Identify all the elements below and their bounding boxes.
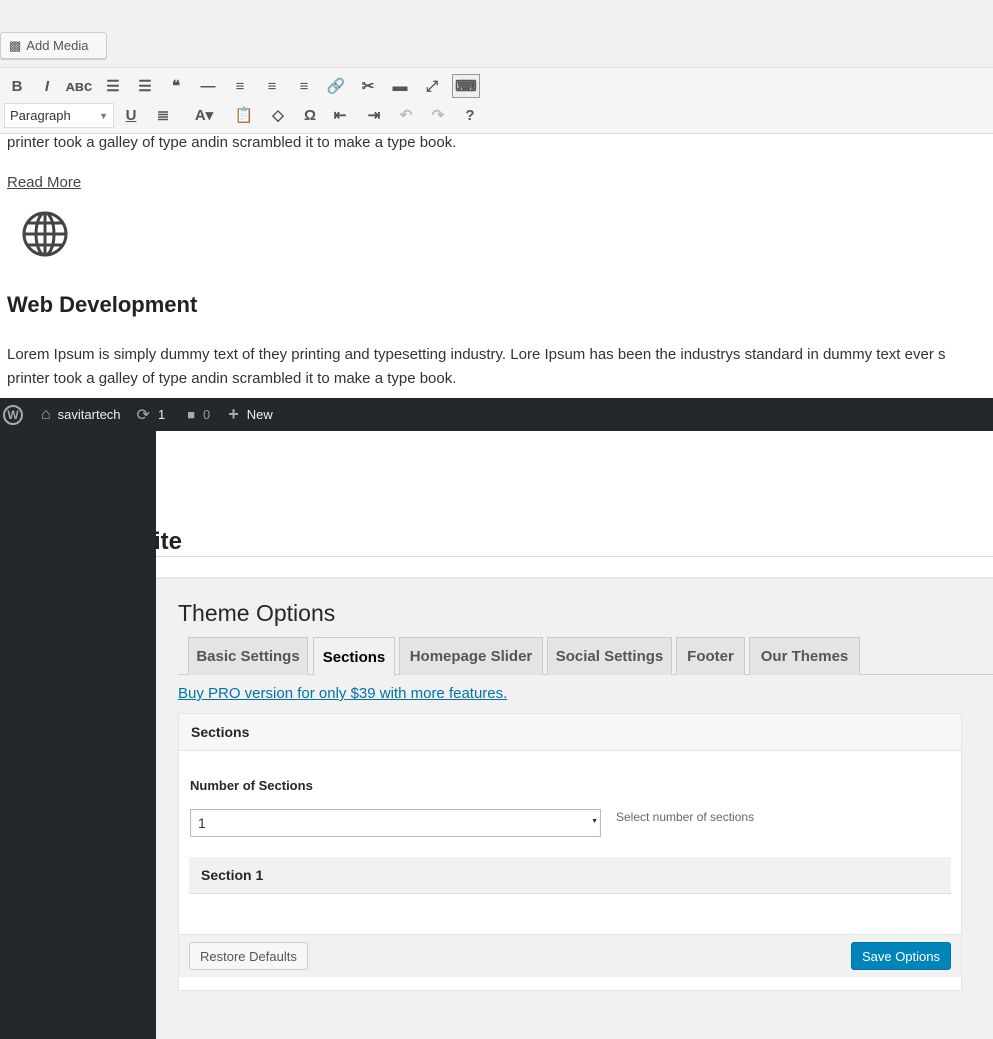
media-icon: ▩ xyxy=(9,37,22,53)
toolbar-toggle-icon[interactable]: ⌨ xyxy=(452,74,480,98)
admin-bar: W ⌂ savitartech ⟳ 1 ■ 0 + New xyxy=(0,398,993,431)
tab-our-themes[interactable]: Our Themes xyxy=(749,637,860,675)
undo-icon[interactable]: ↶ xyxy=(394,103,418,127)
section-heading: Web Development xyxy=(7,292,198,317)
section-1-header[interactable]: Section 1 xyxy=(189,857,951,894)
editor-top xyxy=(0,0,993,67)
bold-icon[interactable]: B xyxy=(5,74,29,98)
paragraph: Lorem Ipsum is simply dummy text of they… xyxy=(7,346,946,363)
link-icon[interactable]: 🔗 xyxy=(324,74,348,98)
buy-pro-link[interactable]: Buy PRO version for only $39 with more f… xyxy=(178,685,507,702)
comment-icon: ■ xyxy=(187,407,196,422)
chevron-down-icon: ▼ xyxy=(591,818,598,825)
paragraph: printer took a galley of type andin scra… xyxy=(7,134,457,151)
wordpress-logo-icon[interactable]: W xyxy=(3,404,23,425)
home-icon: ⌂ xyxy=(41,405,51,423)
panel-footer: Restore Defaults Save Options xyxy=(179,934,961,977)
align-right-icon[interactable]: ≡ xyxy=(292,74,316,98)
panel-header: Sections xyxy=(179,714,961,751)
tab-basic-settings[interactable]: Basic Settings xyxy=(188,637,308,675)
indent-icon[interactable]: ⇥ xyxy=(362,103,386,127)
paste-text-icon[interactable]: 📋 xyxy=(232,103,256,127)
justify-icon[interactable]: ≣ xyxy=(151,103,175,127)
read-more-icon[interactable]: ▬ xyxy=(388,74,412,98)
add-media-button[interactable]: ▩ Add Media xyxy=(0,32,107,59)
text-color-icon[interactable]: A▾ xyxy=(184,103,224,127)
align-left-icon[interactable]: ≡ xyxy=(228,74,252,98)
align-center-icon[interactable]: ≡ xyxy=(260,74,284,98)
blockquote-icon[interactable]: ❝ xyxy=(164,74,188,98)
italic-icon[interactable]: I xyxy=(35,74,59,98)
paragraph: printer took a galley of type andin scra… xyxy=(7,370,457,387)
strikethrough-icon[interactable]: ᴀʙᴄ xyxy=(66,74,92,98)
numbered-list-icon[interactable]: ☰ xyxy=(133,74,157,98)
field-label: Number of Sections xyxy=(190,778,313,793)
format-select[interactable]: Paragraph ▼ xyxy=(4,103,114,128)
editor-content[interactable]: printer took a galley of type andin scra… xyxy=(0,134,993,398)
sections-panel: Sections Number of Sections 1 ▼ Select nu… xyxy=(178,713,962,991)
number-of-sections-select[interactable]: 1 ▼ xyxy=(190,809,601,837)
new-content-link[interactable]: + New xyxy=(228,404,273,425)
restore-defaults-button[interactable]: Restore Defaults xyxy=(189,942,308,970)
field-help: Select number of sections xyxy=(616,810,755,824)
outdent-icon[interactable]: ⇤ xyxy=(328,103,352,127)
special-char-icon[interactable]: Ω xyxy=(298,103,322,127)
underline-icon[interactable]: U xyxy=(119,103,143,127)
tab-homepage-slider[interactable]: Homepage Slider xyxy=(399,637,543,675)
page-title: Theme Options xyxy=(178,600,336,626)
bullet-list-icon[interactable]: ☰ xyxy=(101,74,125,98)
clear-format-icon[interactable]: ◇ xyxy=(266,103,290,127)
tab-sections[interactable]: Sections xyxy=(313,637,395,676)
site-link[interactable]: ⌂ savitartech xyxy=(41,406,121,424)
save-options-button[interactable]: Save Options xyxy=(850,942,951,970)
globe-icon xyxy=(22,211,68,257)
redo-icon[interactable]: ↷ xyxy=(426,103,450,127)
updates-icon: ⟳ xyxy=(136,406,150,424)
unlink-icon[interactable]: ✂ xyxy=(356,74,380,98)
read-more-link[interactable]: Read More xyxy=(7,174,81,191)
plus-icon: + xyxy=(228,404,239,424)
comments-link[interactable]: ■ 0 xyxy=(187,407,210,422)
page-header-area: ite xyxy=(154,431,993,579)
help-icon[interactable]: ? xyxy=(458,103,482,127)
horizontal-line-icon[interactable]: — xyxy=(196,74,220,98)
tab-social-settings[interactable]: Social Settings xyxy=(547,637,672,675)
admin-sidebar xyxy=(0,431,156,1039)
chevron-down-icon: ▼ xyxy=(99,111,108,121)
partial-heading: ite xyxy=(154,528,183,555)
updates-link[interactable]: ⟳ 1 xyxy=(137,405,166,425)
fullscreen-icon[interactable]: ⤢ xyxy=(420,74,444,98)
tab-footer[interactable]: Footer xyxy=(676,637,745,675)
